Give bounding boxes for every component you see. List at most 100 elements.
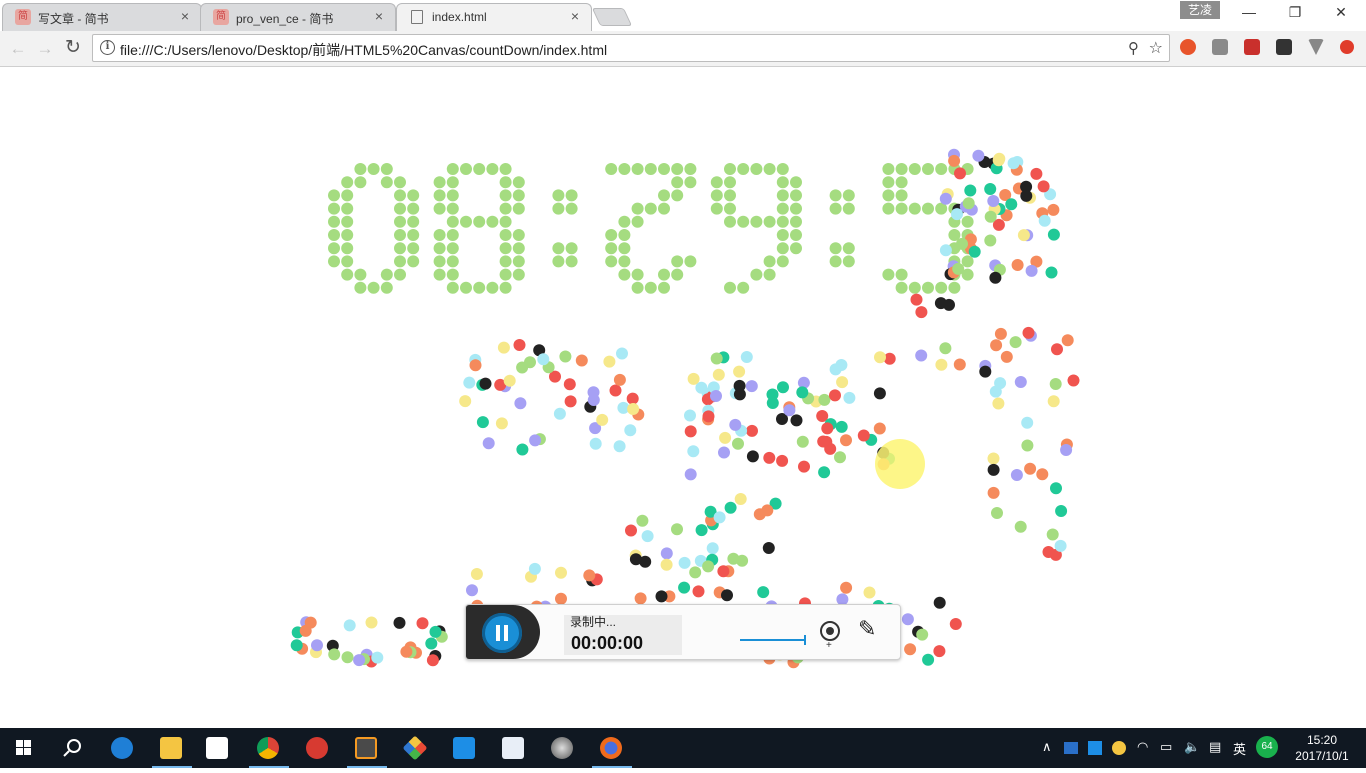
extension-up-arrow-icon[interactable]: [1340, 40, 1354, 54]
ball: [968, 245, 981, 258]
countdown-dot: [341, 242, 354, 255]
music-icon: [306, 737, 328, 759]
countdown-dot: [684, 176, 697, 189]
store-taskbar-button[interactable]: [194, 728, 242, 768]
address-url[interactable]: file:///C:/Users/lenovo/Desktop/前端/HTML5…: [120, 40, 607, 60]
countdown-dot: [394, 215, 406, 228]
countdown-dot: [605, 255, 618, 268]
netease-music-taskbar-button[interactable]: [294, 728, 342, 768]
chrome-taskbar-button[interactable]: [245, 728, 293, 768]
ball: [609, 384, 622, 397]
countdown-dot: [895, 281, 908, 294]
address-bar[interactable]: i file:///C:/Users/lenovo/Desktop/前端/HTM…: [92, 34, 1170, 62]
countdown-dot: [631, 202, 644, 215]
tray-star-icon[interactable]: [1088, 741, 1102, 755]
profile-badge[interactable]: 艺凌: [1180, 1, 1220, 19]
webcam-icon[interactable]: [820, 621, 840, 641]
extension-book-icon[interactable]: [1244, 39, 1260, 55]
action-center-icon[interactable]: ▤: [1209, 739, 1221, 755]
countdown-dot: [328, 229, 340, 241]
countdown-dot: [605, 242, 618, 255]
tab-index-html[interactable]: index.html ×: [396, 3, 592, 31]
extension-camera-icon[interactable]: [1212, 39, 1228, 55]
ball: [953, 358, 966, 371]
countdown-dot: [367, 163, 380, 175]
new-tab-button[interactable]: [591, 8, 633, 26]
extension-vue-icon[interactable]: [1308, 39, 1324, 55]
search-button[interactable]: [48, 728, 96, 768]
tab-close-icon[interactable]: ×: [571, 8, 579, 24]
falling-balls: [290, 148, 1080, 669]
ball: [718, 446, 730, 459]
ball: [863, 586, 876, 599]
tray-plus-icon[interactable]: [1112, 741, 1126, 755]
ball: [962, 197, 975, 210]
countdown-dot: [908, 163, 921, 175]
ball: [655, 590, 668, 603]
countdown-dot: [724, 176, 736, 189]
countdown-dot: [658, 268, 670, 281]
countdown-dot: [710, 176, 723, 189]
tray-chevron-icon[interactable]: ∧: [1042, 739, 1052, 755]
tab-pro-ven-ce[interactable]: 简 pro_ven_ce - 简书 ×: [200, 3, 396, 31]
back-arrow-icon[interactable]: ←: [8, 39, 28, 59]
tab-close-icon[interactable]: ×: [375, 8, 383, 24]
ime-indicator[interactable]: 英: [1233, 739, 1246, 758]
tab-close-icon[interactable]: ×: [181, 8, 189, 24]
countdown-dot: [908, 202, 921, 215]
ball: [1010, 469, 1023, 481]
file-explorer-taskbar-button[interactable]: [148, 728, 196, 768]
ball: [1051, 343, 1063, 356]
ball: [727, 552, 740, 565]
pause-button[interactable]: [482, 613, 522, 653]
battery-icon[interactable]: ▭: [1160, 739, 1172, 755]
bookmark-star-icon[interactable]: ☆: [1149, 38, 1163, 58]
cd-player-taskbar-button[interactable]: [539, 728, 587, 768]
volume-muted-icon[interactable]: 🔈: [1184, 739, 1200, 755]
countdown-dot: [684, 163, 697, 175]
alipay-taskbar-button[interactable]: [441, 728, 489, 768]
close-window-icon[interactable]: ✕: [1318, 4, 1364, 21]
ball: [684, 468, 697, 481]
ball: [935, 358, 948, 371]
feishu-taskbar-button[interactable]: [490, 728, 538, 768]
extension-film-icon[interactable]: [1276, 39, 1292, 55]
ball: [857, 429, 870, 442]
forward-arrow-icon[interactable]: →: [35, 39, 55, 59]
countdown-dot: [737, 215, 750, 228]
edge-taskbar-button[interactable]: [99, 728, 147, 768]
firefox-taskbar-button[interactable]: [588, 728, 636, 768]
tab-write-article[interactable]: 简 写文章 - 简书 ×: [2, 3, 202, 31]
wifi-icon[interactable]: ◠: [1137, 739, 1148, 755]
reload-icon[interactable]: ↻: [63, 36, 83, 59]
ball: [470, 568, 483, 580]
countdown-dot: [671, 189, 684, 202]
countdown-dot: [473, 281, 486, 294]
system-clock[interactable]: 15:20 2017/10/1: [1292, 732, 1352, 764]
start-button[interactable]: [0, 728, 48, 768]
countdown-dot: [354, 176, 367, 189]
zoom-magnifier-icon[interactable]: ⚲: [1128, 39, 1139, 57]
cursor-highlight: [875, 439, 925, 489]
countdown-dot: [394, 242, 406, 255]
countdown-dot: [724, 202, 736, 215]
pen-annotate-icon[interactable]: ✎: [858, 617, 876, 642]
git-tool-taskbar-button[interactable]: [392, 728, 440, 768]
info-icon[interactable]: i: [100, 40, 115, 55]
tray-badge[interactable]: 64: [1256, 736, 1278, 758]
ball: [702, 560, 715, 573]
sublime-taskbar-button[interactable]: [343, 728, 391, 768]
minimize-icon[interactable]: —: [1226, 4, 1272, 20]
ball: [964, 184, 977, 197]
tray-camera-icon[interactable]: [1064, 742, 1078, 754]
countdown-dot: [354, 281, 367, 294]
extension-infinity-icon[interactable]: [1180, 39, 1196, 55]
countdown-dot: [433, 242, 446, 255]
screen-recorder-widget: 录制中... 00:00:00 + ✎: [465, 604, 901, 660]
countdown-digit: [328, 163, 420, 294]
countdown-dot: [842, 242, 855, 255]
volume-slider[interactable]: [740, 635, 806, 645]
countdown-dot: [341, 189, 354, 202]
ball: [1009, 336, 1022, 349]
restore-icon[interactable]: ❐: [1272, 4, 1318, 21]
